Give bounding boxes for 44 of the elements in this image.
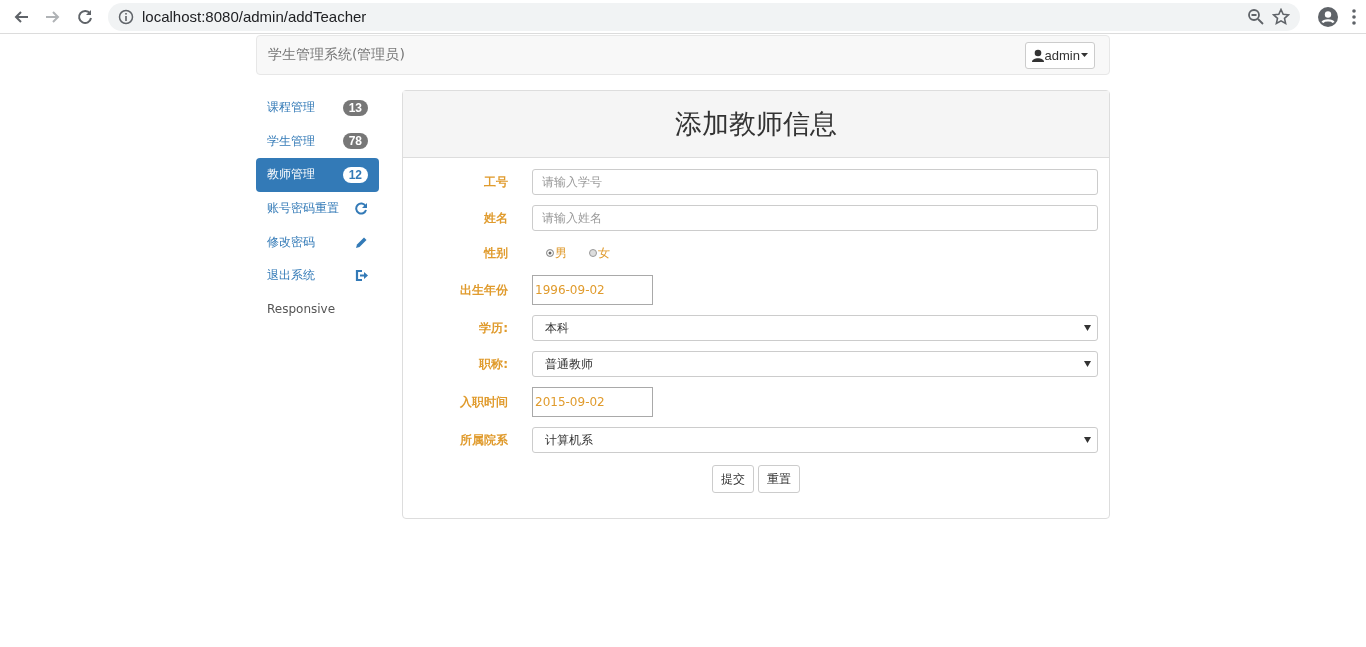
select-field[interactable]: 本科 xyxy=(532,315,1098,341)
reload-icon[interactable] xyxy=(76,7,94,26)
radio-icon[interactable] xyxy=(546,249,554,257)
menu-icon[interactable] xyxy=(1352,7,1356,26)
count-badge: 13 xyxy=(342,99,368,116)
field-label: 所属院系 xyxy=(459,431,508,449)
form-button[interactable]: 提交 xyxy=(712,465,754,493)
sidebar-item[interactable]: Responsive xyxy=(256,292,379,327)
user-menu-button[interactable]: admin xyxy=(1024,41,1095,69)
field-label: 学历: xyxy=(478,319,508,337)
radio-icon[interactable] xyxy=(589,249,597,257)
account-icon[interactable] xyxy=(1318,6,1338,27)
form-title: 添加教师信息 xyxy=(675,107,837,141)
field-label: 出生年份 xyxy=(459,281,508,299)
star-icon[interactable] xyxy=(1272,8,1290,25)
sidebar-item[interactable]: 学生管理 78 xyxy=(256,124,379,159)
user-icon xyxy=(1031,48,1044,62)
caret-icon xyxy=(1084,325,1091,331)
sidebar-item[interactable]: 教师管理 12 xyxy=(256,158,379,192)
count-badge: 12 xyxy=(342,167,368,183)
text-input-field[interactable]: 请输入学号 xyxy=(532,169,1098,195)
refresh-icon xyxy=(355,202,368,216)
sidebar-item[interactable]: 退出系统 xyxy=(256,258,379,293)
field-label: 工号 xyxy=(483,173,508,191)
text-input-field[interactable]: 请输入姓名 xyxy=(532,205,1098,231)
sidebar-item[interactable]: 课程管理 13 xyxy=(256,91,379,125)
logout-icon xyxy=(355,269,368,283)
caret-icon xyxy=(1084,361,1091,367)
field-label: 性别 xyxy=(482,244,508,262)
caret-icon xyxy=(1081,53,1088,57)
field-label: 职称: xyxy=(477,355,508,373)
sidebar-item[interactable]: 账号密码重置 xyxy=(256,191,379,226)
zoom-out-icon[interactable] xyxy=(1247,8,1264,25)
count-badge: 78 xyxy=(342,133,368,150)
form-button[interactable]: 重置 xyxy=(758,465,800,493)
brand-title[interactable]: 学生管理系统(管理员) xyxy=(268,46,405,64)
select-field[interactable]: 计算机系 xyxy=(532,427,1098,453)
info-icon[interactable] xyxy=(118,8,134,25)
pencil-icon xyxy=(355,235,368,249)
field-label: 入职时间 xyxy=(459,393,508,411)
sidebar-item[interactable]: 修改密码 xyxy=(256,225,379,259)
caret-icon xyxy=(1084,437,1091,443)
select-field[interactable]: 普通教师 xyxy=(532,351,1098,377)
field-label: 姓名 xyxy=(483,209,508,227)
